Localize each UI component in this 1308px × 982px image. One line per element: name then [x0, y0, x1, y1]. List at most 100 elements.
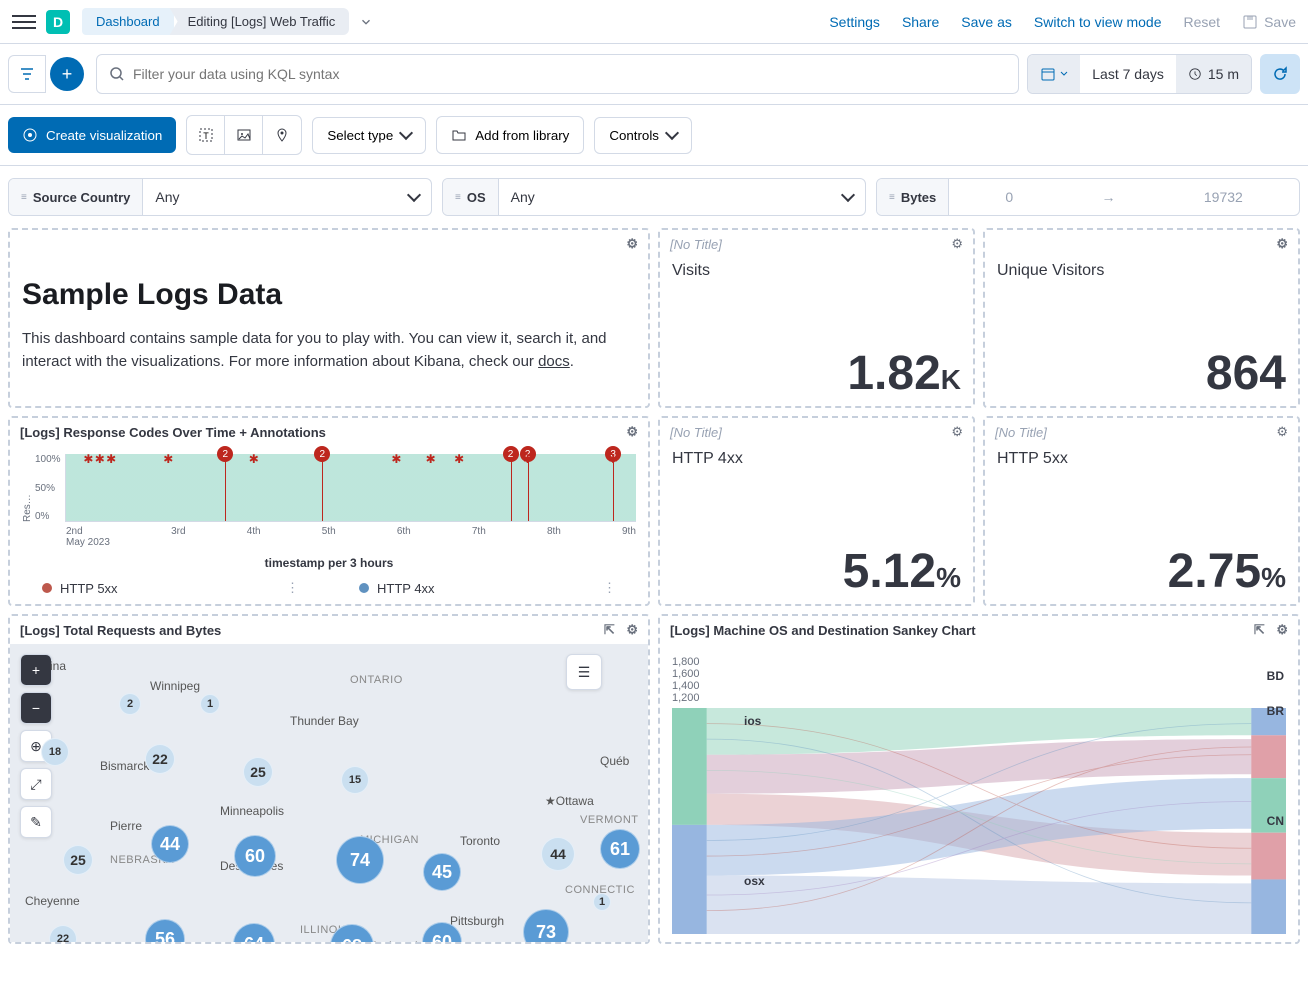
add-text-icon[interactable]: T: [187, 116, 225, 154]
plot-area: ✱✱✱ ✱ 2 ✱ 2 ✱ ✱ ✱ 2 2 ✱ 3 ✱: [65, 454, 636, 522]
map-cluster-bubble[interactable]: 73: [523, 909, 569, 942]
metric-value: 2.75%: [997, 548, 1286, 596]
control-value[interactable]: Any: [499, 179, 865, 215]
chevron-down-icon: [667, 128, 677, 143]
panel-type-icons: T: [186, 115, 302, 155]
date-picker[interactable]: Last 7 days 15 m: [1027, 54, 1252, 94]
map-canvas[interactable]: + − ⊕ ⤢ ✎ ☰ ONTARIOMICHIGANVERMONTCONNEC…: [10, 644, 648, 942]
switch-view-link[interactable]: Switch to view mode: [1034, 14, 1162, 30]
map-cluster-bubble[interactable]: 61: [600, 829, 640, 869]
map-cluster-bubble[interactable]: 25: [243, 757, 273, 787]
legend-5xx[interactable]: HTTP 5xx: [42, 581, 118, 596]
legend-4xx[interactable]: HTTP 4xx: [359, 581, 435, 596]
sankey-source-ios: ios: [744, 714, 761, 728]
save-button[interactable]: Save: [1242, 14, 1296, 30]
add-filter-button[interactable]: +: [50, 57, 84, 91]
lens-icon: [22, 127, 38, 143]
filter-toggle[interactable]: [8, 55, 46, 93]
select-type-button[interactable]: Select type: [312, 117, 426, 154]
app-logo[interactable]: D: [46, 10, 70, 34]
zoom-in-button[interactable]: +: [20, 654, 52, 686]
gear-icon[interactable]: ⚙: [626, 236, 638, 252]
map-cluster-bubble[interactable]: 44: [151, 825, 189, 863]
map-city-label: Thunder Bay: [290, 714, 359, 728]
link-icon[interactable]: ⇱: [604, 622, 615, 637]
control-value[interactable]: Any: [143, 179, 431, 215]
tools-button[interactable]: ✎: [20, 806, 52, 838]
x-axis-label: timestamp per 3 hours: [22, 556, 636, 570]
map-region-label: ONTARIO: [350, 674, 403, 686]
map-cluster-bubble[interactable]: 22: [145, 744, 175, 774]
control-source-country[interactable]: Source Country Any: [8, 178, 432, 216]
add-image-icon[interactable]: [225, 116, 263, 154]
calendar-icon[interactable]: [1028, 55, 1080, 93]
control-os[interactable]: OS Any: [442, 178, 866, 216]
breadcrumb-chevron-icon[interactable]: [359, 15, 373, 29]
map-city-label: ★Ottawa: [545, 794, 594, 808]
layers-button[interactable]: ☰: [566, 654, 602, 690]
gear-icon[interactable]: ⚙: [951, 424, 963, 440]
response-chart[interactable]: Res… 100% 50% 0% ✱✱✱ ✱ 2 ✱ 2 ✱ ✱ ✱ 2 2: [22, 454, 636, 522]
control-bytes[interactable]: Bytes 0 → 19732: [876, 178, 1300, 216]
intro-text: This dashboard contains sample data for …: [22, 328, 636, 373]
map-cluster-bubble[interactable]: 2: [119, 693, 141, 715]
docs-link[interactable]: docs: [538, 353, 570, 370]
map-city-label: Cheyenne: [25, 894, 80, 908]
map-cluster-bubble[interactable]: 45: [423, 853, 461, 891]
folder-icon: [451, 127, 467, 143]
gear-icon[interactable]: ⚙: [626, 622, 638, 637]
save-as-link[interactable]: Save as: [961, 14, 1012, 30]
map-cluster-bubble[interactable]: 15: [341, 766, 369, 794]
settings-link[interactable]: Settings: [829, 14, 880, 30]
map-city-label: Pierre: [110, 819, 142, 833]
control-range[interactable]: 0 → 19732: [949, 179, 1299, 215]
date-range-value[interactable]: Last 7 days: [1080, 55, 1176, 93]
breadcrumb-current[interactable]: Editing [Logs] Web Traffic: [170, 8, 350, 35]
sankey-source-osx: osx: [744, 874, 765, 888]
panel-map: [Logs] Total Requests and Bytes ⇱ ⚙ + − …: [8, 614, 650, 944]
gear-icon[interactable]: ⚙: [951, 236, 963, 252]
map-cluster-bubble[interactable]: 56: [145, 919, 185, 942]
sankey-y-axis: 1,800 1,600 1,400 1,200: [672, 652, 1286, 708]
search-icon: [109, 66, 125, 82]
map-cluster-bubble[interactable]: 44: [541, 837, 575, 871]
map-city-label: Pittsburgh: [450, 914, 504, 928]
create-visualization-button[interactable]: Create visualization: [8, 117, 176, 153]
metric-label: HTTP 5xx: [997, 450, 1286, 468]
y-axis: 100% 50% 0%: [35, 454, 65, 522]
share-link[interactable]: Share: [902, 14, 939, 30]
map-cluster-bubble[interactable]: 74: [336, 836, 384, 884]
map-cluster-bubble[interactable]: 18: [41, 738, 69, 766]
kql-input[interactable]: [133, 66, 1006, 82]
gear-icon[interactable]: ⚙: [1276, 622, 1288, 637]
zoom-out-button[interactable]: −: [20, 692, 52, 724]
metric-label: Visits: [672, 262, 961, 280]
kql-search-box[interactable]: [96, 54, 1019, 94]
refresh-button[interactable]: [1260, 54, 1300, 94]
map-cluster-bubble[interactable]: 60: [234, 835, 276, 877]
refresh-interval[interactable]: 15 m: [1176, 55, 1251, 93]
expand-button[interactable]: ⤢: [20, 768, 52, 800]
metric-label: Unique Visitors: [997, 262, 1286, 280]
breadcrumb-dashboard[interactable]: Dashboard: [82, 8, 174, 35]
gear-icon[interactable]: ⚙: [1276, 424, 1288, 440]
map-cluster-bubble[interactable]: 25: [63, 845, 93, 875]
link-icon[interactable]: ⇱: [1254, 622, 1265, 637]
add-from-library-button[interactable]: Add from library: [436, 116, 584, 154]
map-cluster-bubble[interactable]: 22: [49, 925, 77, 942]
map-city-label: Québ: [600, 754, 629, 768]
reset-link[interactable]: Reset: [1184, 14, 1221, 30]
map-cluster-bubble[interactable]: 64: [233, 923, 275, 942]
add-map-icon[interactable]: [263, 116, 301, 154]
map-cluster-bubble[interactable]: 1: [200, 694, 220, 714]
sankey-dest-cn: CN: [1267, 814, 1284, 828]
gear-icon[interactable]: ⚙: [626, 424, 638, 440]
sankey-chart[interactable]: 1,800 1,600 1,400 1,200: [660, 644, 1298, 942]
panel-unique-visitors: ⚙ Unique Visitors 864: [983, 228, 1300, 408]
gear-icon[interactable]: ⚙: [1276, 236, 1288, 252]
map-cluster-bubble[interactable]: 1: [593, 893, 611, 911]
filter-icon: [19, 66, 35, 82]
controls-button[interactable]: Controls: [594, 117, 692, 154]
nav-menu-toggle[interactable]: [12, 10, 36, 34]
intro-title: Sample Logs Data: [22, 278, 636, 312]
